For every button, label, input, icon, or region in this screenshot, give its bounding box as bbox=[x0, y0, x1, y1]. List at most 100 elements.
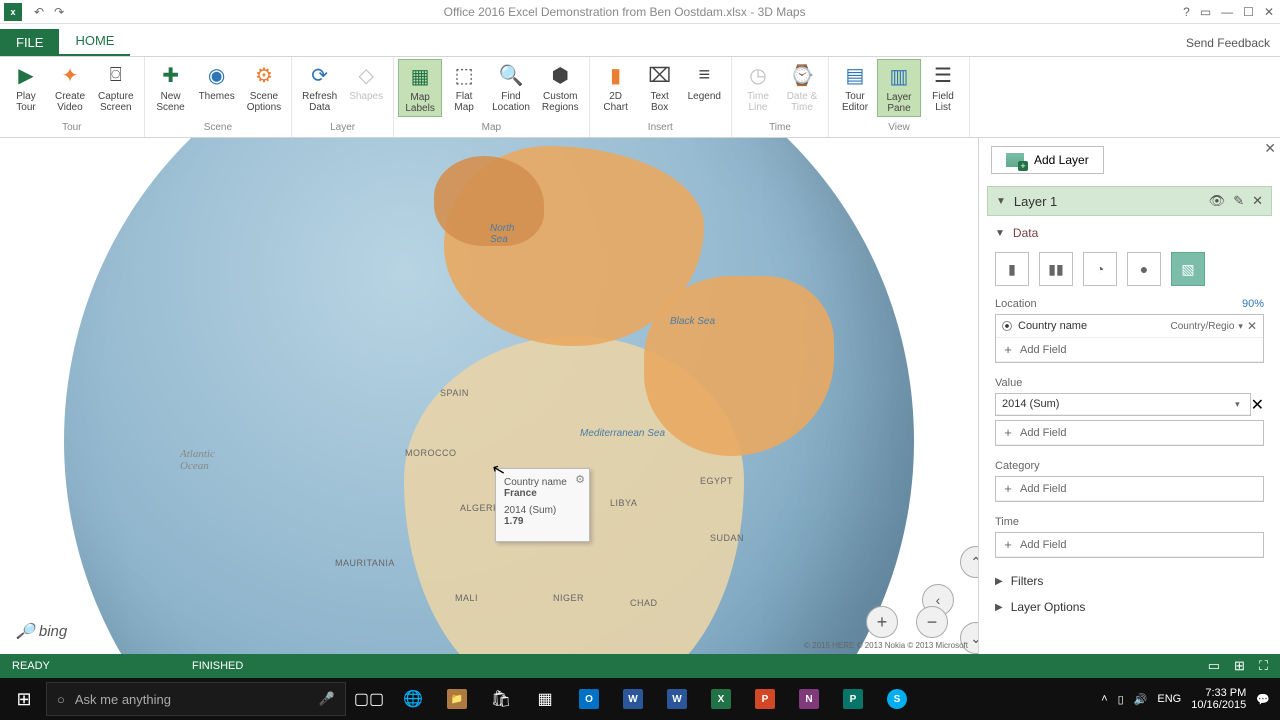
layer-options-section[interactable]: ▶Layer Options bbox=[987, 594, 1272, 620]
window-title: Office 2016 Excel Demonstration from Ben… bbox=[72, 5, 1177, 19]
zoom-in-button[interactable]: + bbox=[866, 606, 898, 638]
tray-lang[interactable]: ENG bbox=[1157, 693, 1181, 705]
app1-icon[interactable]: ▦ bbox=[524, 679, 566, 719]
time-add-field[interactable]: +Add Field bbox=[996, 533, 1263, 557]
tray-clock[interactable]: 7:33 PM 10/16/2015 bbox=[1191, 687, 1246, 711]
undo-icon[interactable]: ↶ bbox=[34, 5, 44, 19]
close-pane-icon[interactable]: ✕ bbox=[1264, 140, 1276, 157]
map-group-label: Map bbox=[394, 120, 589, 137]
home-tab[interactable]: HOME bbox=[59, 27, 130, 56]
layer-rename-icon[interactable]: ✎ bbox=[1233, 193, 1244, 209]
atlantic-ocean-label: Atlantic Ocean bbox=[180, 448, 215, 472]
value-agg-dropdown[interactable]: ▾ bbox=[1235, 399, 1240, 410]
layer-delete-icon[interactable]: ✕ bbox=[1252, 193, 1263, 209]
viz-clustered-column-button[interactable]: ▮▮ bbox=[1039, 252, 1073, 286]
shapes-button: ◇Shapes bbox=[343, 59, 389, 104]
field-list-button[interactable]: ☰Field List bbox=[921, 59, 965, 115]
data-section-header[interactable]: ▼ Data bbox=[987, 222, 1272, 244]
tour-editor-button[interactable]: ▤Tour Editor bbox=[833, 59, 877, 115]
excel-icon[interactable]: X bbox=[700, 679, 742, 719]
tray-up-icon[interactable]: ˄ bbox=[1101, 693, 1107, 705]
layer-header[interactable]: ▼ Layer 1 👁 ✎ ✕ bbox=[987, 186, 1272, 216]
redo-icon[interactable]: ↷ bbox=[54, 5, 64, 19]
location-radio[interactable] bbox=[1002, 321, 1012, 331]
onenote-icon[interactable]: N bbox=[788, 679, 830, 719]
map-canvas[interactable]: Atlantic Ocean North Sea Mediterranean S… bbox=[0, 138, 978, 654]
ribbon: ▶Play Tour ✦Create Video ⌼Capture Screen… bbox=[0, 56, 1280, 138]
tooltip-field2-label: 2014 (Sum) bbox=[504, 505, 581, 516]
help-icon[interactable]: ? bbox=[1183, 5, 1190, 19]
location-confidence[interactable]: 90% bbox=[1242, 298, 1264, 310]
action-center-icon[interactable]: 💬 bbox=[1256, 693, 1270, 706]
filters-section[interactable]: ▶Filters bbox=[987, 568, 1272, 594]
create-video-button[interactable]: ✦Create Video bbox=[48, 59, 92, 115]
layer-visibility-icon[interactable]: 👁 bbox=[1209, 193, 1226, 209]
2d-chart-button[interactable]: ▮2D Chart bbox=[594, 59, 638, 115]
text-box-button[interactable]: ⌧Text Box bbox=[638, 59, 682, 115]
themes-button[interactable]: ◉Themes bbox=[193, 59, 241, 104]
powerpoint-icon[interactable]: P bbox=[744, 679, 786, 719]
viz-heatmap-button[interactable]: ● bbox=[1127, 252, 1161, 286]
outlook-icon[interactable]: O bbox=[568, 679, 610, 719]
skype-icon[interactable]: S bbox=[876, 679, 918, 719]
word-icon[interactable]: W bbox=[612, 679, 654, 719]
value-add-field[interactable]: +Add Field bbox=[996, 421, 1263, 445]
file-explorer-icon[interactable]: 📁 bbox=[436, 679, 478, 719]
egypt-label: EGYPT bbox=[700, 476, 733, 486]
map-labels-button[interactable]: ▦Map Labels bbox=[398, 59, 442, 117]
mic-icon[interactable]: 🎤 bbox=[319, 691, 335, 707]
viz-stacked-column-button[interactable]: ▮ bbox=[995, 252, 1029, 286]
mediterranean-label: Mediterranean Sea bbox=[580, 428, 665, 439]
wordpad-icon[interactable]: W bbox=[656, 679, 698, 719]
scene-options-button[interactable]: ⚙Scene Options bbox=[241, 59, 287, 115]
category-add-field[interactable]: +Add Field bbox=[996, 477, 1263, 501]
close-icon[interactable]: ✕ bbox=[1264, 5, 1274, 19]
viz-region-button[interactable]: ▧ bbox=[1171, 252, 1205, 286]
find-location-button[interactable]: 🔍Find Location bbox=[486, 59, 536, 115]
cortana-icon: ○ bbox=[57, 692, 65, 707]
add-layer-button[interactable]: Add Layer bbox=[991, 146, 1104, 174]
tooltip-settings-icon[interactable]: ⚙ bbox=[575, 473, 585, 486]
refresh-data-button[interactable]: ⟳Refresh Data bbox=[296, 59, 343, 115]
custom-regions-button[interactable]: ⬢Custom Regions bbox=[536, 59, 585, 115]
publisher-icon[interactable]: P bbox=[832, 679, 874, 719]
status-icon-1[interactable]: ▭ bbox=[1208, 658, 1220, 674]
restore-icon[interactable]: ▭ bbox=[1200, 5, 1211, 19]
task-view-icon[interactable]: ▢▢ bbox=[348, 679, 390, 719]
new-scene-button[interactable]: ✚New Scene bbox=[149, 59, 193, 115]
legend-button[interactable]: ≡Legend bbox=[682, 59, 727, 104]
layer-pane-button[interactable]: ▥Layer Pane bbox=[877, 59, 921, 117]
cortana-search[interactable]: ○ Ask me anything 🎤 bbox=[46, 682, 346, 716]
store-icon[interactable]: 🛍 bbox=[480, 679, 522, 719]
file-tab[interactable]: FILE bbox=[0, 29, 59, 56]
layer-collapse-icon[interactable]: ▼ bbox=[996, 196, 1006, 207]
location-field-row[interactable]: Country name Country/Regio ▾ ✕ bbox=[996, 315, 1263, 338]
status-icon-3[interactable]: ⛶ bbox=[1259, 658, 1268, 674]
edge-icon[interactable]: 🌐 bbox=[392, 679, 434, 719]
location-type-dropdown[interactable]: ▾ bbox=[1238, 321, 1243, 332]
status-icon-2[interactable]: ⊞ bbox=[1234, 658, 1245, 674]
tilt-up-button[interactable]: ⌃ bbox=[960, 546, 978, 578]
layer-pane: ✕ Add Layer ▼ Layer 1 👁 ✎ ✕ ▼ Data ▮ ▮▮ … bbox=[978, 138, 1280, 654]
map-attribution: © 2015 HERE © 2013 Nokia © 2013 Microsof… bbox=[804, 641, 968, 650]
excel-app-icon: x bbox=[4, 3, 22, 21]
value-remove-icon[interactable]: ✕ bbox=[1251, 395, 1264, 415]
viz-bubble-button[interactable]: ◔ bbox=[1083, 252, 1117, 286]
start-button[interactable]: ⊞ bbox=[4, 679, 44, 719]
maximize-icon[interactable]: ☐ bbox=[1243, 5, 1254, 19]
flat-map-button[interactable]: ⬚Flat Map bbox=[442, 59, 486, 115]
minimize-icon[interactable]: — bbox=[1221, 5, 1233, 19]
time-group-label: Time bbox=[732, 120, 828, 137]
view-group-label: View bbox=[829, 120, 969, 137]
tray-network-icon[interactable]: ▯ bbox=[1118, 693, 1124, 706]
value-field-row[interactable]: 2014 (Sum) ▾ bbox=[996, 394, 1250, 415]
location-remove-icon[interactable]: ✕ bbox=[1247, 319, 1257, 333]
capture-screen-button[interactable]: ⌼Capture Screen bbox=[92, 59, 140, 115]
tray-volume-icon[interactable]: 🔊 bbox=[1134, 693, 1148, 706]
play-tour-button[interactable]: ▶Play Tour bbox=[4, 59, 48, 115]
zoom-out-button[interactable]: − bbox=[916, 606, 948, 638]
location-add-field[interactable]: +Add Field bbox=[996, 338, 1263, 362]
send-feedback-link[interactable]: Send Feedback bbox=[1176, 30, 1280, 56]
time-line-button: ◷Time Line bbox=[736, 59, 780, 115]
search-placeholder: Ask me anything bbox=[75, 692, 171, 707]
